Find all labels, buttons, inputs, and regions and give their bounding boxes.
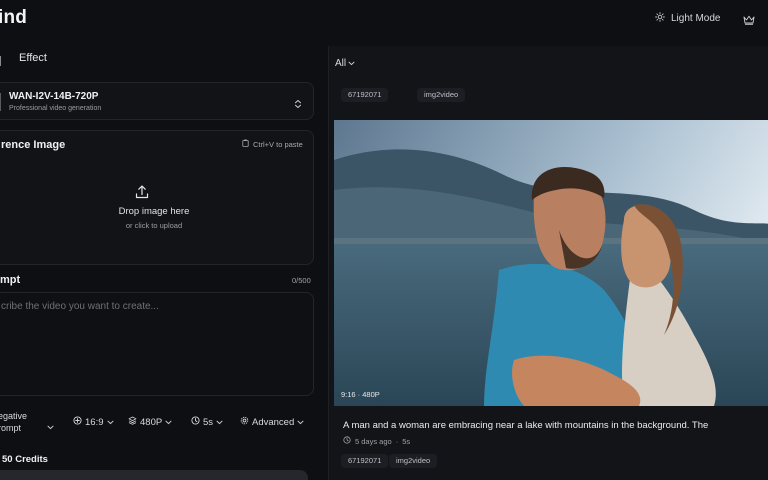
advanced-label: Advanced — [252, 416, 295, 428]
tab-effect[interactable]: Effect — [19, 52, 47, 64]
advanced-settings-select[interactable]: Advanced — [240, 416, 304, 428]
generate-button[interactable] — [0, 470, 308, 480]
duration-select[interactable]: 5s — [191, 416, 223, 428]
drop-zone-title[interactable]: Drop image here — [0, 206, 315, 217]
model-accent-bar — [0, 93, 1, 111]
light-mode-label: Light Mode — [671, 13, 721, 24]
video-thumbnail[interactable]: 9:16 · 480P — [334, 120, 768, 406]
chevron-down-icon — [47, 417, 54, 435]
credits-label: 50 Credits — [2, 454, 48, 465]
generation-options: egative rompt 16:9 480P 5s Advanced — [0, 408, 320, 436]
aspect-ratio-select[interactable]: 16:9 — [73, 416, 114, 428]
duration-value: 5s — [203, 416, 214, 428]
resolution-select[interactable]: 480P — [128, 416, 172, 428]
video-frame-image — [334, 120, 768, 406]
filter-select[interactable]: All — [335, 58, 355, 69]
top-bar: ind Light Mode — [0, 0, 768, 38]
clipboard-icon — [242, 139, 249, 149]
model-name: WAN-I2V-14B-720P — [9, 91, 99, 102]
negative-prompt-label-line1: egative — [0, 411, 28, 421]
reference-image-panel: rence Image Ctrl+V to paste Drop image h… — [0, 130, 314, 265]
negative-prompt-label-line2: rompt — [0, 423, 22, 433]
chevron-down-icon — [348, 58, 355, 69]
resolution-value: 480P — [140, 416, 163, 428]
clock-icon — [191, 416, 200, 428]
upload-icon[interactable] — [134, 184, 150, 205]
meta-separator: · — [395, 436, 399, 446]
video-meta: 5 days ago · 5s — [343, 436, 410, 446]
prompt-placeholder: cribe the video you want to create... — [1, 301, 159, 312]
paste-hint: Ctrl+V to paste — [242, 139, 303, 149]
model-select[interactable]: WAN-I2V-14B-720P Professional video gene… — [0, 82, 314, 120]
drop-zone-subtitle: or click to upload — [125, 221, 183, 230]
tag-type[interactable]: img2video — [417, 88, 466, 102]
layers-icon — [128, 416, 137, 428]
tag-id[interactable]: 67192071 — [341, 454, 389, 468]
aspect-ratio-icon — [73, 416, 82, 428]
video-description: A man and a woman are embracing near a l… — [343, 420, 709, 431]
chevron-down-icon — [165, 417, 172, 428]
prompt-textarea[interactable]: cribe the video you want to create... — [0, 292, 314, 396]
video-format-badge: 9:16 · 480P — [341, 390, 380, 399]
filter-label: All — [335, 58, 347, 69]
sun-icon — [655, 12, 665, 25]
tab-divider — [0, 56, 1, 66]
gallery-pane: All 67192071 img2video 9:16 · 480P A man… — [328, 46, 768, 480]
video-duration: 5s — [402, 436, 411, 446]
prompt-title: mpt — [0, 274, 21, 286]
negative-prompt-toggle[interactable]: egative rompt — [0, 410, 27, 434]
crown-icon[interactable] — [743, 12, 755, 30]
brand-logo[interactable]: ind — [0, 7, 27, 29]
video-time-ago: 5 days ago — [355, 436, 392, 446]
tag-id[interactable]: 67192071 — [341, 88, 389, 102]
chevron-down-icon — [107, 417, 114, 428]
chevron-up-down-icon — [294, 96, 302, 114]
paste-hint-label: Ctrl+V to paste — [253, 139, 303, 149]
tag-type[interactable]: img2video — [389, 454, 438, 468]
clock-icon — [343, 436, 351, 446]
aspect-ratio-value: 16:9 — [85, 416, 104, 428]
chevron-down-icon — [297, 417, 304, 428]
model-description: Professional video generation — [9, 105, 102, 112]
chevron-down-icon — [216, 417, 223, 428]
gear-icon — [240, 416, 249, 428]
prompt-char-count: 0/500 — [292, 276, 311, 285]
reference-image-title: rence Image — [1, 139, 66, 151]
light-mode-toggle[interactable]: Light Mode — [655, 12, 720, 25]
